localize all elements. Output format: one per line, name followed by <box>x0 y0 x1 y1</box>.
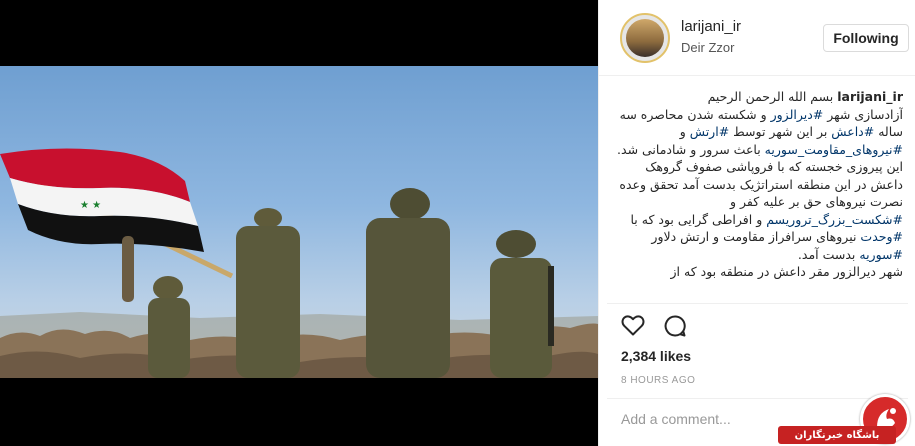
post-media[interactable]: ★ ★ <box>0 0 598 446</box>
caption-text: این پیروزی خجسته که با فروپاشی صفوف گروه… <box>619 159 903 209</box>
divider <box>607 303 908 304</box>
following-button[interactable]: Following <box>823 24 909 52</box>
soldiers-photo: ★ ★ <box>0 148 598 378</box>
comment-input[interactable]: Add a comment... <box>621 411 731 427</box>
caption-paragraph: آزادسازی شهر #دیرالزور و شکسته شدن محاصر… <box>613 106 903 159</box>
post-actions <box>621 314 687 340</box>
hashtag-link[interactable]: #وحدت <box>860 229 903 244</box>
caption-username[interactable]: larijani_ir <box>837 89 903 104</box>
watermark: باشگاه خبرنگاران <box>778 394 915 446</box>
caption-text: آزادسازی شهر <box>823 106 903 122</box>
caption-text: شهر دیرالزور مقر داعش در منطقه بود که از <box>670 264 903 279</box>
post-header: larijani_ir Deir Zzor Following <box>599 0 915 76</box>
caption-paragraph: این پیروزی خجسته که با فروپاشی صفوف گروه… <box>613 158 903 263</box>
location[interactable]: Deir Zzor <box>681 40 734 55</box>
post-caption: larijani_ir بسم الله الرحمن الرحیم آزادس… <box>613 88 903 300</box>
avatar[interactable] <box>620 13 670 63</box>
username[interactable]: larijani_ir <box>681 18 741 35</box>
caption-text: بدست آمد. <box>797 246 860 262</box>
hashtag-link[interactable]: #داعش <box>831 124 874 139</box>
caption-text: باعث سرور و شادمانی شد. <box>617 141 765 157</box>
svg-text:★ ★: ★ ★ <box>80 200 101 211</box>
caption-text: و <box>679 124 690 139</box>
post-timestamp[interactable]: 8 HOURS AGO <box>621 375 695 386</box>
caption-paragraph: larijani_ir بسم الله الرحمن الرحیم <box>613 88 903 106</box>
caption-text: و افراطی گرایی بود که با <box>630 211 767 227</box>
post-photo[interactable]: ★ ★ <box>0 66 598 378</box>
hashtag-link[interactable]: #شکست_بزرگ_تروریسم <box>766 212 903 227</box>
hashtag-link[interactable]: #دیرالزور <box>771 107 824 122</box>
comment-icon[interactable] <box>663 314 687 340</box>
caption-text: بر این شهر توسط <box>729 124 832 139</box>
watermark-text: باشگاه خبرنگاران <box>778 426 896 444</box>
caption-paragraph: شهر دیرالزور مقر داعش در منطقه بود که از <box>613 263 903 281</box>
likes-count[interactable]: 2,384 likes <box>621 348 691 364</box>
hashtag-link[interactable]: #نیروهای_مقاومت_سوریه <box>765 142 903 157</box>
post-sidebar: larijani_ir Deir Zzor Following larijani… <box>598 0 915 446</box>
hashtag-link[interactable]: #ارتش <box>690 124 729 139</box>
hashtag-link[interactable]: #سوریه <box>859 247 903 262</box>
heart-icon[interactable] <box>621 314 645 340</box>
avatar-image <box>626 19 664 57</box>
caption-greeting: بسم الله الرحمن الرحیم <box>707 89 834 104</box>
caption-text: نیروهای سرافراز مقاومت و ارتش دلاور <box>651 229 861 244</box>
